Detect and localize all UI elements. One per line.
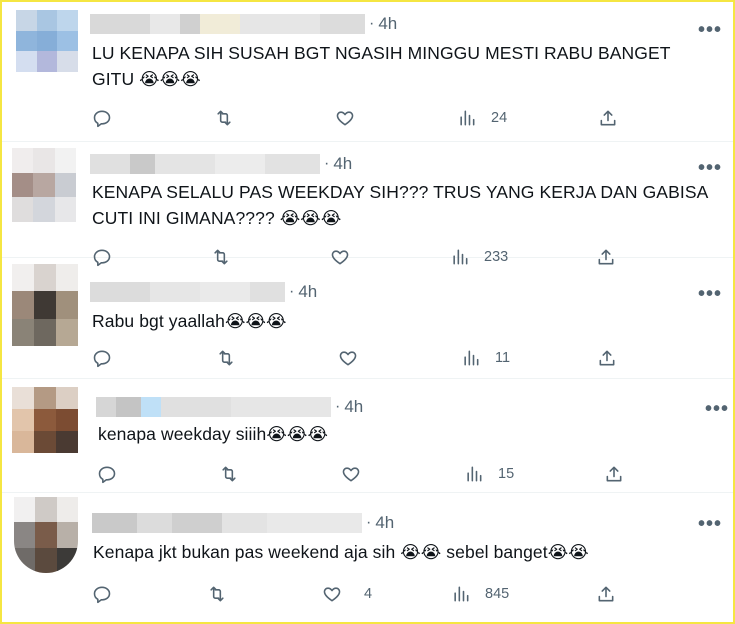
- reply-icon: [93, 350, 111, 368]
- display-name-blurred[interactable]: [92, 513, 362, 533]
- avatar[interactable]: [12, 148, 76, 222]
- tweet-text-line: Rabu bgt yaallah😭😭😭: [92, 311, 287, 331]
- tweet-4[interactable]: · 4h ••• kenapa weekday siiih😭😭😭 15: [2, 379, 733, 493]
- separator-dot: ·: [324, 155, 330, 172]
- tweet-text-line: CUTI INI GIMANA???? 😭😭😭: [92, 208, 342, 228]
- more-icon[interactable]: •••: [698, 158, 722, 178]
- tweet-text: Kenapa jkt bukan pas weekend aja sih 😭😭 …: [93, 539, 589, 565]
- avatar[interactable]: [16, 10, 78, 72]
- reply-button[interactable]: [92, 346, 112, 370]
- action-bar: 15: [2, 462, 733, 486]
- timestamp[interactable]: 4h: [375, 513, 394, 533]
- like-button[interactable]: [338, 346, 358, 370]
- tweet-header: · 4h: [90, 152, 352, 176]
- action-bar: 4 845: [2, 582, 733, 606]
- retweet-icon: [217, 110, 231, 126]
- action-bar: 24: [2, 106, 733, 130]
- share-button[interactable]: [596, 582, 616, 606]
- views-chart-icon: [454, 586, 469, 602]
- heart-icon: [342, 467, 360, 482]
- heart-icon: [323, 587, 341, 602]
- tweet-text: Rabu bgt yaallah😭😭😭: [92, 308, 287, 334]
- share-button[interactable]: [604, 462, 624, 486]
- tweet-header: · 4h: [90, 280, 317, 304]
- likes-count: 4: [364, 586, 373, 602]
- more-icon[interactable]: •••: [698, 20, 722, 40]
- views-button[interactable]: 24: [457, 106, 507, 130]
- share-icon: [599, 350, 615, 366]
- avatar[interactable]: [12, 264, 78, 346]
- reply-button[interactable]: [97, 462, 117, 486]
- like-button[interactable]: [335, 106, 355, 130]
- views-count: 24: [491, 110, 508, 126]
- tweet-header: · 4h: [90, 12, 397, 36]
- share-icon: [598, 586, 614, 602]
- tweet-text-line: kenapa weekday siiih😭😭😭: [98, 424, 328, 444]
- share-icon: [606, 466, 622, 482]
- views-button[interactable]: 845: [451, 582, 509, 606]
- views-count: 15: [498, 466, 515, 482]
- views-count: 845: [485, 586, 510, 602]
- display-name-blurred[interactable]: [90, 14, 365, 34]
- timestamp[interactable]: 4h: [298, 282, 317, 302]
- more-icon[interactable]: •••: [698, 284, 722, 304]
- timestamp[interactable]: 4h: [333, 154, 352, 174]
- heart-icon: [339, 351, 357, 366]
- separator-dot: ·: [289, 283, 295, 300]
- tweet-header: · 4h: [96, 395, 363, 419]
- action-bar: 11: [2, 346, 733, 370]
- share-button[interactable]: [598, 106, 618, 130]
- display-name-blurred[interactable]: [90, 154, 320, 174]
- retweet-button[interactable]: [219, 462, 239, 486]
- reply-icon: [93, 586, 111, 604]
- display-name-blurred[interactable]: [96, 397, 331, 417]
- views-button[interactable]: 15: [464, 462, 514, 486]
- views-count: 11: [495, 350, 511, 366]
- tweet-text: kenapa weekday siiih😭😭😭: [98, 421, 328, 447]
- retweet-icon: [219, 350, 233, 366]
- tweet-text-line: LU KENAPA SIH SUSAH BGT NGASIH MINGGU ME…: [92, 43, 671, 63]
- timestamp[interactable]: 4h: [344, 397, 363, 417]
- timestamp[interactable]: 4h: [378, 14, 397, 34]
- tweet-1[interactable]: · 4h ••• LU KENAPA SIH SUSAH BGT NGASIH …: [2, 2, 733, 142]
- retweet-icon: [210, 586, 224, 602]
- tweet-text-line: Kenapa jkt bukan pas weekend aja sih 😭😭 …: [93, 542, 589, 562]
- more-icon[interactable]: •••: [698, 514, 722, 534]
- tweet-header: · 4h: [92, 511, 394, 535]
- tweet-text: KENAPA SELALU PAS WEEKDAY SIH??? TRUS YA…: [92, 179, 708, 231]
- views-chart-icon: [467, 466, 482, 482]
- retweet-button[interactable]: [214, 106, 234, 130]
- reply-button[interactable]: [92, 106, 112, 130]
- avatar[interactable]: [14, 497, 78, 573]
- reply-icon: [98, 466, 116, 484]
- separator-dot: ·: [369, 15, 375, 32]
- retweet-icon: [222, 466, 236, 482]
- avatar[interactable]: [12, 387, 78, 453]
- tweet-text-line: KENAPA SELALU PAS WEEKDAY SIH??? TRUS YA…: [92, 182, 709, 202]
- separator-dot: ·: [366, 514, 372, 531]
- tweet-2[interactable]: · 4h ••• KENAPA SELALU PAS WEEKDAY SIH??…: [2, 142, 733, 267]
- views-button[interactable]: 11: [461, 346, 510, 370]
- tweet-text: LU KENAPA SIH SUSAH BGT NGASIH MINGGU ME…: [92, 40, 671, 92]
- heart-icon: [336, 111, 354, 126]
- like-button[interactable]: 4: [322, 582, 372, 606]
- tweet-3[interactable]: · 4h ••• Rabu bgt yaallah😭😭😭 11: [2, 258, 733, 379]
- tweet-text-line: GITU 😭😭😭: [92, 69, 201, 89]
- share-icon: [600, 110, 616, 126]
- display-name-blurred[interactable]: [90, 282, 285, 302]
- reply-button[interactable]: [92, 582, 112, 606]
- views-chart-icon: [464, 350, 479, 366]
- share-button[interactable]: [597, 346, 617, 370]
- reply-icon: [93, 110, 111, 128]
- separator-dot: ·: [335, 398, 341, 415]
- like-button[interactable]: [341, 462, 361, 486]
- views-chart-icon: [460, 110, 475, 126]
- more-icon[interactable]: •••: [705, 399, 729, 419]
- tweet-5[interactable]: · 4h ••• Kenapa jkt bukan pas weekend aj…: [2, 493, 733, 621]
- retweet-button[interactable]: [207, 582, 227, 606]
- retweet-button[interactable]: [216, 346, 236, 370]
